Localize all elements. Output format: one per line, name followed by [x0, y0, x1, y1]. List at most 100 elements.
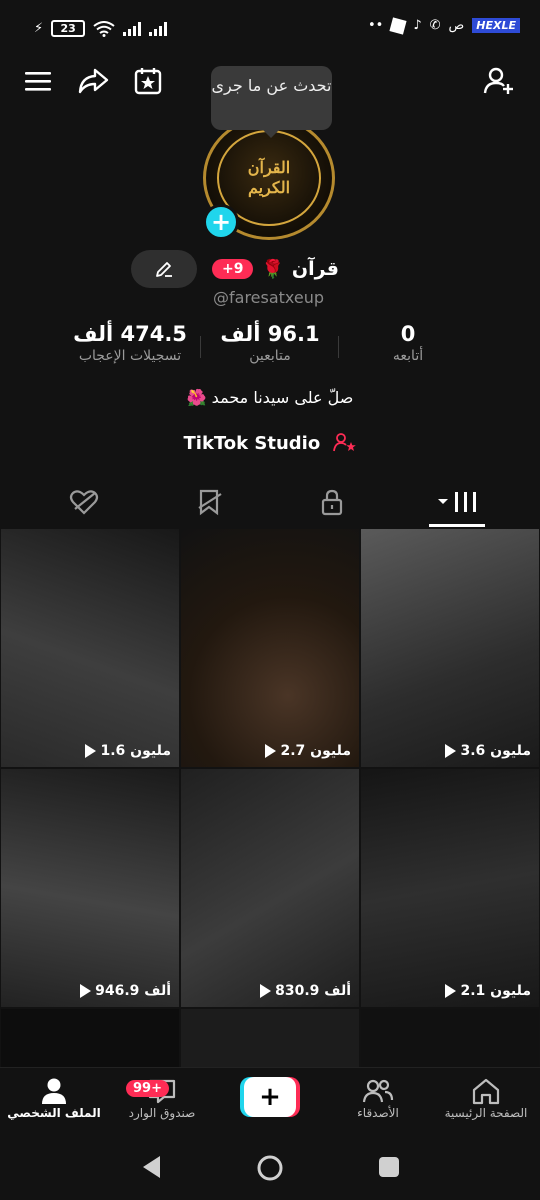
- view-count: 830.9 ألف: [181, 983, 351, 999]
- battery-icon: 23: [51, 20, 86, 37]
- grid-dropdown-icon: [438, 492, 476, 512]
- profile-tabs: [0, 478, 540, 528]
- recents-button[interactable]: [378, 1156, 400, 1182]
- video-thumbnail[interactable]: 1.6 مليون: [1, 529, 179, 767]
- thumbnail-image: [181, 769, 359, 1007]
- status-bar: ⚡ 23 •• ♪ ✆ ص HEXLE: [0, 0, 540, 60]
- video-grid: 3.6 مليون 2.7 مليون 1.6 مليون 2.1 مليون …: [0, 529, 540, 1067]
- view-count: 2.7 مليون: [181, 743, 351, 759]
- tab-private[interactable]: [302, 478, 362, 526]
- stat-divider: [200, 336, 201, 358]
- plus-icon: +: [210, 208, 232, 236]
- video-thumbnail[interactable]: 830.9 ألف: [181, 769, 359, 1007]
- play-icon: [260, 984, 272, 998]
- edit-profile-button[interactable]: [131, 250, 197, 288]
- likes-count: 474.5 ألف: [73, 322, 187, 346]
- play-icon: [80, 984, 92, 998]
- video-thumbnail[interactable]: 946.9 ألف: [1, 769, 179, 1007]
- profile-stats: 474.5 ألف تسجيلات الإعجاب 96.1 ألف متابع…: [60, 322, 460, 378]
- status-left: ⚡ 23: [34, 20, 168, 37]
- view-count: 1.6 مليون: [1, 743, 171, 759]
- play-icon: [85, 744, 97, 758]
- video-thumbnail[interactable]: 3.6 مليون: [361, 529, 539, 767]
- more-dots-icon: ••: [368, 18, 384, 33]
- play-icon: [445, 744, 457, 758]
- thumbnail-image: [1, 529, 179, 767]
- home-system-button[interactable]: [256, 1154, 284, 1186]
- home-circle-icon: [257, 1155, 283, 1181]
- menu-button[interactable]: [21, 64, 55, 98]
- profile-icon: [42, 1078, 66, 1104]
- video-thumbnail[interactable]: 2.7 مليون: [181, 529, 359, 767]
- events-button[interactable]: [131, 64, 165, 98]
- nav-inbox[interactable]: صندوق الوارد 99+: [108, 1076, 216, 1120]
- nav-home[interactable]: الصفحة الرئيسية: [432, 1076, 540, 1120]
- video-thumbnail[interactable]: 2.1 مليون: [361, 769, 539, 1007]
- following-label: أتابعه: [392, 348, 424, 364]
- nav-friends[interactable]: الأصدقاء: [324, 1076, 432, 1120]
- likes-label: تسجيلات الإعجاب: [78, 348, 182, 364]
- back-triangle-icon: [143, 1156, 160, 1178]
- nav-profile-label: الملف الشخصي: [7, 1106, 101, 1120]
- following-stat[interactable]: 0 أتابعه: [358, 322, 458, 364]
- profile-name-row: قرآن 🌹 +9: [212, 252, 339, 286]
- followers-stat[interactable]: 96.1 ألف متابعين: [220, 322, 320, 364]
- pencil-icon: [156, 262, 172, 277]
- add-user-icon: [483, 67, 513, 94]
- nav-inbox-label: صندوق الوارد: [128, 1106, 196, 1120]
- studio-label: TikTok Studio: [183, 433, 321, 454]
- bottom-navigation: الصفحة الرئيسية الأصدقاء + صندوق الوارد …: [0, 1067, 540, 1136]
- thumbnail-image: [181, 529, 359, 767]
- home-icon: [472, 1078, 500, 1105]
- thumbnail-image: [361, 769, 539, 1007]
- share-icon: [78, 68, 109, 94]
- roblox-icon: [389, 16, 407, 35]
- share-button[interactable]: [76, 64, 110, 98]
- recents-square-icon: [379, 1157, 399, 1177]
- tiktok-studio-link[interactable]: TikTok Studio: [0, 432, 540, 454]
- add-friend-button[interactable]: [482, 64, 516, 98]
- view-count: 3.6 مليون: [361, 743, 531, 759]
- signal-icon: [123, 21, 142, 36]
- video-thumbnail[interactable]: [181, 1009, 359, 1067]
- tiktok-icon: ♪: [413, 18, 422, 33]
- hidden-bookmark-icon: [198, 489, 222, 516]
- tooltip-bubble[interactable]: تحدث عن ما جرى: [211, 66, 332, 138]
- whatsapp-icon: ✆: [429, 18, 441, 33]
- hidden-heart-icon: [69, 490, 99, 515]
- tab-favorites[interactable]: [180, 478, 240, 526]
- followers-count: 96.1 ألف: [220, 322, 320, 346]
- notification-text: ص: [448, 18, 465, 33]
- video-thumbnail[interactable]: [1, 1009, 179, 1067]
- nav-home-label: الصفحة الرئيسية: [444, 1106, 528, 1120]
- tab-videos[interactable]: [427, 478, 487, 526]
- friends-icon: [362, 1079, 394, 1103]
- play-icon: [265, 744, 277, 758]
- view-count: 946.9 ألف: [1, 983, 171, 999]
- followers-label: متابعين: [249, 348, 291, 364]
- nav-profile[interactable]: الملف الشخصي: [0, 1076, 108, 1120]
- notification-badge[interactable]: +9: [212, 259, 254, 279]
- lock-icon: [321, 489, 343, 516]
- studio-user-star-icon: [332, 433, 356, 452]
- plus-icon: +: [244, 1077, 296, 1117]
- nav-friends-label: الأصدقاء: [357, 1106, 399, 1120]
- active-tab-indicator: [429, 524, 485, 527]
- calendar-star-icon: [134, 68, 162, 95]
- video-thumbnail[interactable]: [361, 1009, 539, 1067]
- tab-liked[interactable]: [54, 478, 114, 526]
- back-button[interactable]: [140, 1154, 164, 1184]
- create-button[interactable]: +: [240, 1077, 300, 1117]
- rose-emoji: 🌹: [261, 258, 284, 280]
- system-navigation: [0, 1136, 540, 1200]
- likes-stat[interactable]: 474.5 ألف تسجيلات الإعجاب: [60, 322, 200, 364]
- thumbnail-image: [361, 529, 539, 767]
- profile-name: قرآن: [291, 258, 339, 280]
- view-count: 2.1 مليون: [361, 983, 531, 999]
- add-story-button[interactable]: +: [203, 204, 239, 240]
- status-tag: HEXLE: [472, 18, 520, 33]
- following-count: 0: [400, 322, 416, 346]
- stat-divider: [338, 336, 339, 358]
- profile-bio: صلّ على سيدنا محمد 🌺: [186, 388, 354, 407]
- status-right: •• ♪ ✆ ص HEXLE: [368, 16, 520, 35]
